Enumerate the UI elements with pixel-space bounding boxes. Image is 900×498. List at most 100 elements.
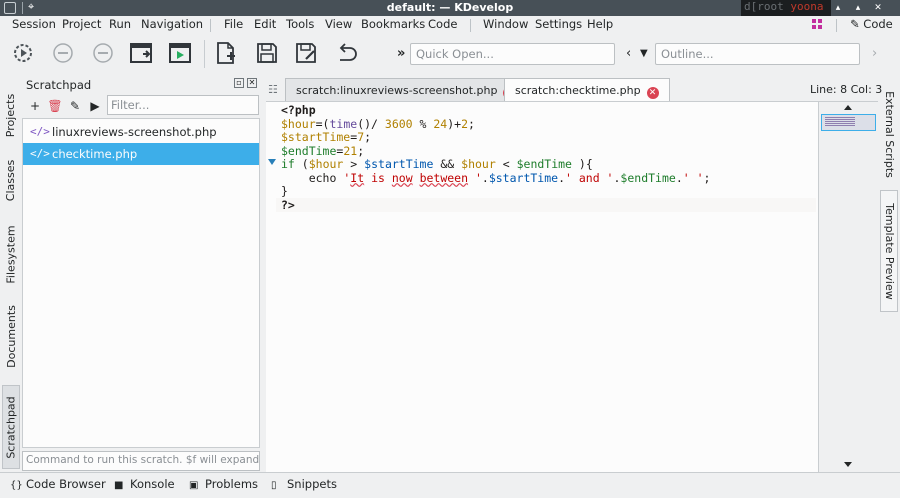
forward-chevron-icon[interactable]: ›: [872, 46, 877, 61]
tab-template-preview[interactable]: Template Preview: [880, 190, 898, 312]
new-file-button[interactable]: [212, 40, 238, 66]
scratchpad-title: Scratchpad: [26, 78, 92, 92]
minimap-lines: [825, 117, 855, 127]
menu-run[interactable]: Run: [109, 17, 131, 31]
tab-external-scripts[interactable]: External Scripts: [880, 84, 898, 184]
toolbar-separator: [204, 40, 205, 68]
area-layout-icon[interactable]: [812, 19, 823, 30]
menu-project[interactable]: Project: [62, 17, 101, 31]
scratch-filter-input[interactable]: Filter...: [107, 95, 259, 115]
edit-icon[interactable]: ✎: [68, 99, 82, 113]
stop-icon: [53, 43, 73, 63]
menu-navigation[interactable]: Navigation: [141, 17, 203, 31]
tab-problems-label: Problems: [205, 477, 259, 491]
save-icon: [257, 43, 277, 63]
delete-icon[interactable]: 🗑: [47, 99, 62, 113]
menubar: Session Project Run Navigation File Edit…: [0, 16, 900, 34]
bottom-tool-tabs: {} Code Browser ■ Konsole ▣ Problems ▯ Snipp…: [0, 472, 900, 498]
save-all-button[interactable]: [293, 40, 319, 66]
snippets-icon: ▯: [271, 480, 277, 491]
outline-input[interactable]: Outline...: [655, 43, 860, 65]
tab-snippets[interactable]: ▯ Snippets: [271, 477, 337, 491]
tab-problems[interactable]: ▣ Problems: [189, 477, 258, 491]
close-panel-icon[interactable]: ✕: [247, 78, 257, 88]
menu-edit[interactable]: Edit: [254, 17, 276, 31]
tab-projects[interactable]: Projects: [2, 84, 20, 146]
menubar-separator: [836, 19, 837, 32]
undo-button[interactable]: [333, 40, 359, 66]
menu-file[interactable]: File: [224, 17, 243, 31]
save-button[interactable]: [254, 40, 280, 66]
tab-checktime[interactable]: scratch:checktime.php ✕: [504, 78, 670, 102]
menubar-separator: [210, 19, 211, 32]
scroll-up-icon[interactable]: [844, 105, 852, 110]
tab-label: scratch:checktime.php: [515, 84, 641, 97]
tab-filesystem[interactable]: Filesystem: [2, 216, 20, 292]
tab-classes[interactable]: Classes: [2, 152, 20, 208]
stop-all-icon: [93, 43, 113, 63]
run-scratch-icon[interactable]: ▶: [88, 99, 102, 113]
scroll-down-icon[interactable]: [844, 462, 852, 467]
float-panel-icon[interactable]: ▫: [234, 78, 244, 88]
menu-session[interactable]: Session: [12, 17, 56, 31]
minimap-viewport[interactable]: [821, 114, 876, 131]
tab-konsole[interactable]: ■ Konsole: [114, 477, 175, 491]
file-name: linuxreviews-screenshot.php: [52, 125, 217, 139]
close-tab-icon[interactable]: ✕: [646, 87, 659, 99]
menu-view[interactable]: View: [325, 17, 352, 31]
menu-bookmarks[interactable]: Bookmarks: [361, 17, 425, 31]
minimap-scrollbar[interactable]: [818, 101, 878, 472]
toolbar-overflow-icon[interactable]: »: [397, 46, 405, 61]
menu-window[interactable]: Window: [483, 17, 528, 31]
area-switch-label: Code: [863, 17, 893, 31]
right-tool-tabs: External Scripts Template Preview: [878, 80, 900, 472]
undo-icon: [339, 43, 357, 61]
menu-help[interactable]: Help: [587, 17, 613, 31]
tab-linuxreviews-screenshot[interactable]: scratch:linuxreviews-screenshot.php✕: [285, 78, 527, 102]
execute-launch-button[interactable]: [10, 40, 36, 66]
terminal-host: yoona: [790, 0, 824, 13]
scratch-command-input[interactable]: Command to run this scratch. $f will exp…: [22, 451, 260, 471]
list-item[interactable]: </> linuxreviews-screenshot.php: [23, 121, 259, 143]
tab-projects-label: Projects: [4, 93, 18, 137]
code-editor[interactable]: <?php $hour=(time()/ 3600 % 24)+2; $star…: [266, 101, 818, 472]
scratchpad-panel: Scratchpad ▫ ✕ + 🗑 ✎ ▶ Filter... </> lin…: [22, 74, 260, 472]
scratchpad-toolbar: + 🗑 ✎ ▶ Filter...: [22, 94, 260, 116]
php-file-icon: </>: [30, 147, 50, 160]
terminal-user: d[root: [744, 0, 784, 13]
dropdown-arrow-icon[interactable]: ▼: [640, 48, 648, 59]
area-switch-button[interactable]: ✎ Code: [850, 17, 893, 31]
new-file-icon: [217, 42, 235, 64]
menu-settings[interactable]: Settings: [535, 17, 582, 31]
close-window-icon[interactable]: ✕: [872, 2, 884, 14]
execute-button[interactable]: [167, 40, 193, 66]
back-chevron-icon[interactable]: ‹: [626, 46, 631, 61]
menu-code[interactable]: Code: [428, 17, 457, 31]
tab-scratchpad[interactable]: Scratchpad: [2, 385, 20, 469]
file-name: checktime.php: [52, 147, 138, 161]
minimize-icon[interactable]: ▴: [832, 2, 844, 14]
fold-marker-icon[interactable]: [268, 159, 276, 165]
quick-open-input[interactable]: Quick Open...: [410, 43, 615, 65]
stop-all-button[interactable]: [90, 40, 116, 66]
pencil-icon: ✎: [850, 17, 860, 31]
tab-code-browser-label: Code Browser: [26, 477, 106, 491]
save-all-icon: [296, 43, 316, 63]
editor-tabs: scratch:linuxreviews-screenshot.php✕ scr…: [266, 76, 878, 102]
menu-tools[interactable]: Tools: [286, 17, 314, 31]
list-item[interactable]: </> checktime.php: [23, 143, 259, 165]
tab-external-scripts-label: External Scripts: [882, 90, 896, 178]
code-browser-icon: {}: [10, 480, 23, 491]
add-icon[interactable]: +: [28, 99, 42, 113]
tab-template-preview-label: Template Preview: [882, 202, 896, 300]
gear-run-icon: [14, 44, 32, 62]
build-button[interactable]: [128, 40, 154, 66]
stop-button[interactable]: [50, 40, 76, 66]
window-titlebar: ⌖ default: — KDevelop d[root yoona ▴ ▴ ✕: [0, 0, 900, 16]
tab-scratchpad-label: Scratchpad: [4, 395, 18, 459]
maximize-icon[interactable]: ▴: [852, 2, 864, 14]
scratch-file-list: </> linuxreviews-screenshot.php </> chec…: [22, 118, 260, 448]
tab-documents[interactable]: Documents: [2, 300, 20, 372]
tab-code-browser[interactable]: {} Code Browser: [10, 477, 106, 491]
konsole-icon: ■: [114, 480, 124, 491]
